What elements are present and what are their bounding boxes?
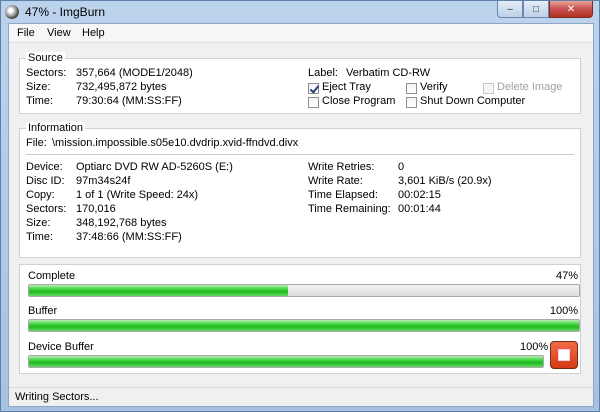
complete-progress-fill <box>29 285 288 296</box>
status-bar: Writing Sectors... <box>9 387 593 406</box>
delete-image-label: Delete Image <box>497 81 563 93</box>
close-button[interactable]: ✕ <box>549 1 593 18</box>
stop-button[interactable] <box>550 341 578 369</box>
copy-value: 1 of 1 (Write Speed: 24x) <box>76 189 199 201</box>
time-elapsed-value: 00:02:15 <box>398 189 441 201</box>
file-value: \mission.impossible.s05e10.dvdrip.xvid-f… <box>52 137 299 149</box>
info-size-value: 348,192,768 bytes <box>76 217 167 229</box>
complete-label: Complete <box>28 270 76 282</box>
disc-label-value: Verbatim CD-RW <box>346 67 431 79</box>
info-separator <box>26 154 574 155</box>
information-group-label: Information <box>26 122 86 134</box>
buffer-progress-bar <box>28 319 580 332</box>
buffer-label: Buffer <box>28 305 58 317</box>
title-bar[interactable]: 47% - ImgBurn – □ ✕ <box>1 1 599 23</box>
copy-label: Copy: <box>26 189 55 201</box>
source-sectors-label: Sectors: <box>26 67 67 79</box>
buffer-progress-fill <box>29 320 579 331</box>
menu-help[interactable]: Help <box>82 27 105 39</box>
time-remaining-label: Time Remaining: <box>308 203 391 215</box>
stop-icon <box>558 349 570 361</box>
info-time-label: Time: <box>26 231 54 243</box>
write-retries-value: 0 <box>398 161 405 173</box>
client-area: File View Help Source Sectors: 357,664 (… <box>8 23 594 407</box>
progress-group: Complete 47% Buffer 100% Device Buffer 1… <box>19 264 581 374</box>
window-title: 47% - ImgBurn <box>25 5 106 19</box>
source-time-label: Time: <box>26 95 54 107</box>
device-buffer-progress-fill <box>29 356 543 367</box>
minimize-button[interactable]: – <box>497 1 523 18</box>
info-sectors-label: Sectors: <box>26 203 67 215</box>
write-rate-label: Write Rate: <box>308 175 363 187</box>
device-value: Optiarc DVD RW AD-5260S (E:) <box>76 161 233 173</box>
complete-progress-bar <box>28 284 580 297</box>
info-size-label: Size: <box>26 217 51 229</box>
shut-down-checkbox[interactable] <box>406 97 417 108</box>
shut-down-label[interactable]: Shut Down Computer <box>420 95 525 107</box>
close-program-label[interactable]: Close Program <box>322 95 395 107</box>
close-program-checkbox[interactable] <box>308 97 319 108</box>
file-label: File: <box>26 137 47 149</box>
menu-file[interactable]: File <box>17 27 35 39</box>
verify-checkbox[interactable] <box>406 83 417 94</box>
info-sectors-value: 170,016 <box>76 203 116 215</box>
disc-id-label: Disc ID: <box>26 175 65 187</box>
verify-label[interactable]: Verify <box>420 81 448 93</box>
eject-tray-label[interactable]: Eject Tray <box>322 81 371 93</box>
info-time-value: 37:48:66 (MM:SS:FF) <box>76 231 182 243</box>
device-buffer-progress-bar <box>28 355 544 368</box>
source-sectors-value: 357,664 (MODE1/2048) <box>76 67 193 79</box>
disc-id-value: 97m34s24f <box>76 175 131 187</box>
status-text: Writing Sectors... <box>15 391 99 403</box>
disc-icon <box>5 5 19 19</box>
buffer-percent: 100% <box>549 305 578 317</box>
delete-image-checkbox <box>483 83 494 94</box>
imgburn-window: 47% - ImgBurn – □ ✕ File View Help Sourc… <box>0 0 600 412</box>
source-size-label: Size: <box>26 81 51 93</box>
disc-label-label: Label: <box>308 67 338 79</box>
source-size-value: 732,495,872 bytes <box>76 81 167 93</box>
window-controls: – □ ✕ <box>497 1 593 19</box>
complete-percent: 47% <box>555 270 578 282</box>
time-elapsed-label: Time Elapsed: <box>308 189 378 201</box>
source-group: Source Sectors: 357,664 (MODE1/2048) Siz… <box>19 52 581 114</box>
device-buffer-percent: 100% <box>520 341 549 353</box>
source-group-label: Source <box>26 52 65 64</box>
device-label: Device: <box>26 161 63 173</box>
menu-view[interactable]: View <box>47 27 71 39</box>
write-rate-value: 3,601 KiB/s (20.9x) <box>398 175 492 187</box>
device-buffer-label: Device Buffer <box>28 341 94 353</box>
information-group: Information File: \mission.impossible.s0… <box>19 122 581 258</box>
time-remaining-value: 00:01:44 <box>398 203 441 215</box>
write-retries-label: Write Retries: <box>308 161 375 173</box>
eject-tray-checkbox[interactable] <box>308 83 319 94</box>
maximize-button[interactable]: □ <box>523 1 549 18</box>
menu-bar: File View Help <box>9 24 593 43</box>
source-time-value: 79:30:64 (MM:SS:FF) <box>76 95 182 107</box>
